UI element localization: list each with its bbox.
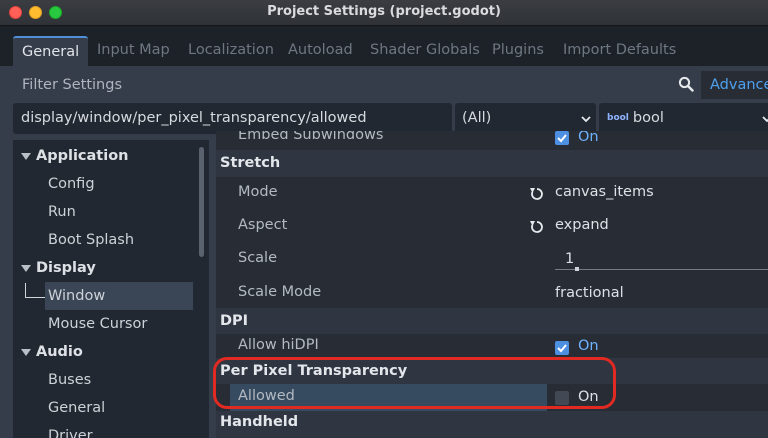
tree-item-label: Driver bbox=[48, 428, 93, 438]
tab-autoload[interactable]: Autoload bbox=[279, 36, 362, 66]
settings-category-tree[interactable]: Application Config Run Boot Splash Displ… bbox=[13, 140, 209, 438]
tab-localization[interactable]: Localization bbox=[179, 36, 283, 66]
property-label: Embed Subwindows bbox=[238, 131, 384, 143]
window-title: Project Settings (project.godot) bbox=[267, 4, 501, 19]
collapse-arrow-icon[interactable] bbox=[21, 265, 31, 272]
tree-item-label: Buses bbox=[48, 372, 92, 388]
annotation-highlight bbox=[213, 357, 616, 409]
section-stretch[interactable]: Stretch bbox=[216, 150, 768, 177]
tree-item-buses[interactable]: Buses bbox=[13, 366, 197, 394]
tab-general[interactable]: General bbox=[13, 36, 89, 66]
tree-item-general[interactable]: General bbox=[13, 394, 197, 422]
property-value[interactable]: expand bbox=[555, 217, 609, 233]
revert-icon[interactable] bbox=[529, 219, 545, 235]
tree-item-mouse-cursor[interactable]: Mouse Cursor bbox=[13, 310, 197, 338]
window-titlebar: Project Settings (project.godot) bbox=[0, 0, 768, 26]
property-embed-subwindows[interactable]: Embed Subwindows On bbox=[216, 131, 768, 147]
chevron-down-icon bbox=[762, 116, 768, 123]
tab-input-map[interactable]: Input Map bbox=[88, 36, 179, 66]
tree-item-label: Mouse Cursor bbox=[48, 316, 148, 332]
property-label: Mode bbox=[238, 184, 278, 200]
collapse-arrow-icon[interactable] bbox=[21, 349, 31, 356]
scale-slider-grabber[interactable] bbox=[575, 267, 579, 271]
scale-spinbox-value[interactable]: 1 bbox=[565, 251, 574, 267]
search-icon[interactable] bbox=[678, 76, 694, 92]
setting-path-input[interactable]: display/window/per_pixel_transparency/al… bbox=[13, 103, 452, 134]
tree-item-label: General bbox=[48, 400, 106, 416]
tab-plugins[interactable]: Plugins bbox=[483, 36, 553, 66]
property-label: Allow hiDPI bbox=[238, 337, 319, 353]
bool-type-icon: bool bbox=[607, 113, 629, 123]
property-aspect[interactable]: Aspect expand bbox=[216, 211, 768, 243]
tree-section-audio[interactable]: Audio bbox=[13, 338, 197, 366]
tree-item-config[interactable]: Config bbox=[13, 170, 197, 198]
tree-item-label: Run bbox=[48, 204, 76, 220]
tree-item-driver[interactable]: Driver bbox=[13, 422, 197, 438]
feature-tag-select[interactable]: (All) bbox=[455, 103, 596, 134]
tree-item-boot-splash[interactable]: Boot Splash bbox=[13, 226, 197, 254]
property-scale[interactable]: Scale 1 bbox=[216, 244, 768, 276]
tab-shader-globals[interactable]: Shader Globals bbox=[361, 36, 489, 66]
tree-section-application[interactable]: Application bbox=[13, 142, 197, 170]
setting-type-select[interactable]: bool bool bbox=[599, 103, 768, 134]
property-mode[interactable]: Mode canvas_items bbox=[216, 178, 768, 210]
collapse-arrow-icon[interactable] bbox=[21, 153, 31, 160]
setting-type-value: bool bbox=[632, 110, 664, 126]
tree-section-label: Display bbox=[36, 260, 96, 276]
tab-bar: General Input Map Localization Autoload … bbox=[0, 26, 768, 66]
tree-item-window[interactable]: Window bbox=[45, 282, 193, 310]
tree-connector-line bbox=[25, 283, 26, 298]
scale-slider-track[interactable] bbox=[555, 269, 768, 270]
tree-connector-line bbox=[25, 297, 45, 298]
checkmark-icon bbox=[557, 134, 567, 143]
advanced-settings-toggle[interactable]: Advanced bbox=[701, 71, 768, 99]
tree-item-run[interactable]: Run bbox=[13, 198, 197, 226]
tree-section-label: Application bbox=[36, 148, 129, 164]
tree-item-label: Window bbox=[48, 288, 106, 304]
property-value[interactable]: fractional bbox=[555, 285, 624, 301]
property-label: Scale Mode bbox=[238, 284, 322, 300]
checkbox-checked[interactable] bbox=[555, 131, 569, 145]
checkbox-label: On bbox=[578, 338, 599, 354]
sidebar-scrollbar[interactable] bbox=[199, 147, 204, 257]
revert-icon[interactable] bbox=[529, 186, 545, 202]
tree-section-display[interactable]: Display bbox=[13, 254, 197, 282]
checkbox-label: On bbox=[578, 131, 599, 145]
checkbox-checked[interactable] bbox=[555, 341, 569, 355]
chevron-down-icon bbox=[581, 116, 591, 123]
checkmark-icon bbox=[557, 344, 567, 353]
property-scale-mode[interactable]: Scale Mode fractional bbox=[216, 277, 768, 309]
property-label: Aspect bbox=[238, 217, 288, 233]
section-dpi[interactable]: DPI bbox=[216, 308, 768, 334]
property-value[interactable]: canvas_items bbox=[555, 184, 654, 200]
tree-section-label: Audio bbox=[36, 344, 83, 360]
feature-tag-value: (All) bbox=[462, 110, 492, 126]
tree-item-label: Config bbox=[48, 176, 95, 192]
tab-import-defaults[interactable]: Import Defaults bbox=[554, 36, 685, 66]
property-label: Scale bbox=[238, 250, 278, 266]
tree-item-label: Boot Splash bbox=[48, 232, 135, 248]
filter-settings-input[interactable]: Filter Settings bbox=[13, 71, 701, 99]
section-handheld[interactable]: Handheld bbox=[216, 411, 768, 438]
